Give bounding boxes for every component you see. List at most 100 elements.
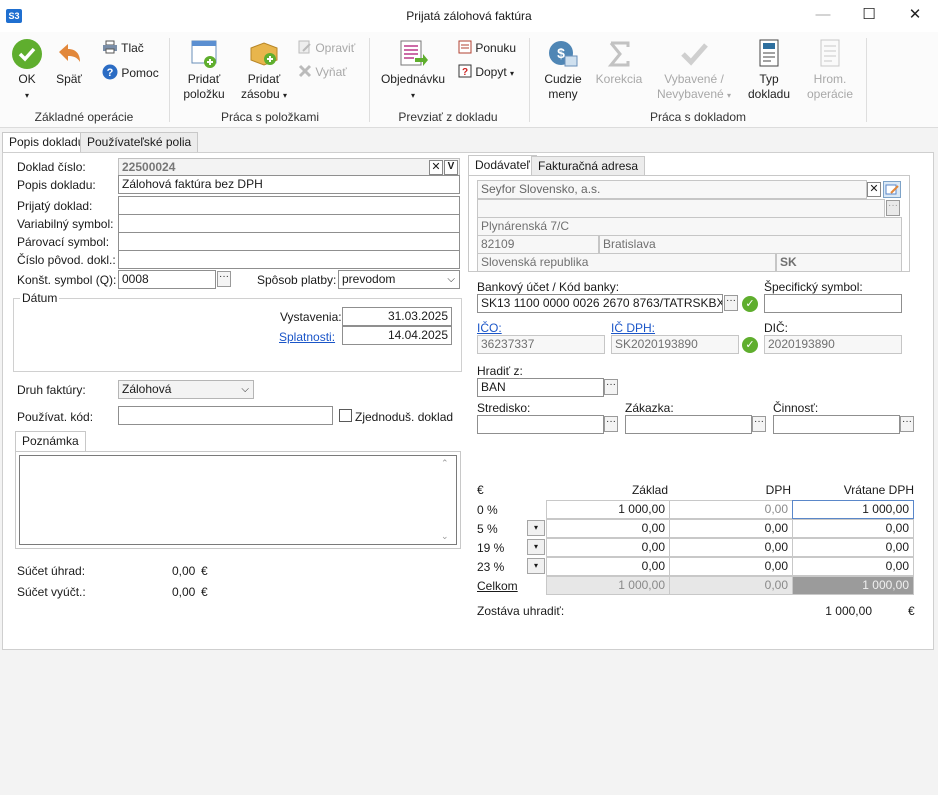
cost-center-field[interactable]	[477, 415, 604, 434]
supplier-name-field[interactable]: Seyfor Slovensko, a.s.	[477, 180, 867, 199]
due-date-field[interactable]: 14.04.2025	[342, 326, 452, 345]
specific-symbol-field[interactable]	[764, 294, 902, 313]
ok-label: OK	[18, 72, 36, 86]
vat-currency-label: €	[477, 483, 484, 497]
original-doc-label: Číslo pôvod. dokl.:	[17, 253, 116, 267]
tab-user-fields[interactable]: Používateľské polia	[80, 132, 199, 152]
vat-base-cell[interactable]: 0,00	[546, 519, 670, 538]
bank-account-label: Bankový účet / Kód banky:	[477, 280, 620, 294]
description-field[interactable]: Zálohová faktúra bez DPH	[118, 175, 460, 194]
tab-popis-dokladu[interactable]: Popis dokladu	[2, 132, 92, 153]
vat-total-cell[interactable]: 1 000,00	[792, 500, 914, 519]
vat-amount-cell[interactable]: 0,00	[669, 538, 793, 557]
bank-account-lookup-button[interactable]: ···	[724, 295, 738, 311]
offer-button[interactable]: Ponuku	[458, 40, 516, 56]
supplier-country-code-field[interactable]: SK	[776, 253, 902, 272]
dic-field[interactable]: 2020193890	[764, 335, 902, 354]
constant-symbol-field[interactable]: 0008	[118, 270, 216, 289]
offer-label: Ponuku	[475, 41, 517, 55]
note-textarea[interactable]	[19, 455, 457, 545]
vat-rate-dropdown-button[interactable]: ▾	[527, 520, 545, 536]
invoice-kind-select[interactable]: Zálohová ⌵	[118, 380, 254, 399]
add-stock-button[interactable]: Pridať zásobu ▾	[236, 38, 292, 103]
icdph-field[interactable]: SK2020193890	[611, 335, 739, 354]
activity-lookup-button[interactable]: ···	[900, 416, 914, 432]
pay-from-lookup-button[interactable]: ···	[604, 379, 618, 395]
vat-rate-dropdown-button[interactable]: ▾	[527, 558, 545, 574]
remove-button[interactable]: Vyňať	[298, 64, 347, 80]
supplier-city-field[interactable]: Bratislava	[599, 235, 902, 254]
group-separator	[866, 38, 867, 122]
variable-symbol-field[interactable]	[118, 214, 460, 233]
close-button[interactable]: ✕	[892, 0, 938, 32]
vat-amount-cell[interactable]: 0,00	[669, 557, 793, 576]
vat-total-cell[interactable]: 0,00	[792, 519, 914, 538]
supplier-zip-field[interactable]: 82109	[477, 235, 599, 254]
tab-note[interactable]: Poznámka	[15, 431, 86, 452]
help-button[interactable]: ? Pomoc	[102, 64, 159, 81]
scroll-up-icon[interactable]: ⌃	[441, 458, 449, 469]
vat-amount-cell[interactable]: 0,00	[669, 500, 793, 519]
remove-label: Vyňať	[315, 65, 347, 79]
supplier-name2-field[interactable]	[477, 199, 885, 218]
selected-button[interactable]: Vybavené / Nevybavené ▾	[652, 38, 736, 103]
order-import-icon	[400, 40, 428, 66]
received-doc-label: Prijatý doklad:	[17, 199, 93, 213]
vat-rate-label: 0 %	[477, 503, 498, 517]
add-item-button[interactable]: Pridať položku	[178, 38, 230, 102]
bulk-ops-button[interactable]: Hrom. operácie	[802, 38, 858, 102]
ico-field[interactable]: 36237337	[477, 335, 605, 354]
doctype-button[interactable]: Typ dokladu	[744, 38, 794, 102]
contract-lookup-button[interactable]: ···	[752, 416, 766, 432]
doctype-label-1: Typ	[759, 72, 779, 86]
vat-base-cell[interactable]: 1 000,00	[546, 500, 670, 519]
ico-link[interactable]: IČO:	[477, 321, 502, 335]
ok-button[interactable]: OK ▾	[8, 38, 46, 103]
inquiry-button[interactable]: ? Dopyt ▾	[458, 64, 514, 82]
vat-base-cell[interactable]: 0,00	[546, 538, 670, 557]
scroll-down-icon[interactable]: ⌄	[441, 531, 449, 542]
foreign-currency-button[interactable]: $ Cudzie meny	[538, 38, 588, 102]
print-button[interactable]: Tlač	[102, 40, 144, 56]
minimize-button[interactable]: —	[800, 0, 846, 32]
simplified-doc-checkbox[interactable]	[339, 409, 352, 422]
received-doc-field[interactable]	[118, 196, 460, 215]
supplier-country-field[interactable]: Slovenská republika	[477, 253, 776, 272]
due-date-link[interactable]: Splatnosti:	[279, 330, 335, 344]
number-dropdown-button[interactable]: V	[444, 160, 458, 175]
foreign-label-2: meny	[548, 87, 578, 101]
vat-amount-cell[interactable]: 0,00	[669, 519, 793, 538]
order-button[interactable]: Objednávku ▾	[378, 38, 448, 103]
contract-field[interactable]	[625, 415, 752, 434]
pairing-symbol-field[interactable]	[118, 232, 460, 251]
vat-col-total: Vrátane DPH	[843, 483, 914, 497]
bank-account-field[interactable]: SK13 1100 0000 0026 2670 8763/TATRSKBX	[477, 294, 723, 313]
payment-method-select[interactable]: prevodom ⌵	[338, 270, 460, 289]
vat-total-cell[interactable]: 0,00	[792, 557, 914, 576]
supplier-street-field[interactable]: Plynárenská 7/C	[477, 217, 902, 236]
edit-supplier-button[interactable]	[883, 181, 901, 198]
tab-supplier[interactable]: Dodávateľ	[468, 155, 537, 176]
icdph-link[interactable]: IČ DPH:	[611, 321, 655, 335]
cost-center-lookup-button[interactable]: ···	[604, 416, 618, 432]
supplier-lookup-button[interactable]: ···	[886, 200, 900, 216]
issue-date-field[interactable]: 31.03.2025	[342, 307, 452, 326]
pay-from-field[interactable]: BAN	[477, 378, 604, 397]
original-doc-field[interactable]	[118, 250, 460, 269]
tab-invoice-address[interactable]: Fakturačná adresa	[531, 156, 646, 175]
constant-symbol-label: Konšt. symbol (Q):	[17, 273, 117, 287]
user-code-field[interactable]	[118, 406, 333, 425]
bulk-ops-icon	[820, 39, 840, 67]
vat-base-cell[interactable]: 0,00	[546, 557, 670, 576]
vat-total-cell[interactable]: 0,00	[792, 538, 914, 557]
clear-number-button[interactable]: ✕	[429, 160, 443, 175]
back-button[interactable]: Späť	[50, 38, 88, 87]
activity-field[interactable]	[773, 415, 900, 434]
undo-arrow-icon	[59, 44, 80, 62]
vat-rate-dropdown-button[interactable]: ▾	[527, 539, 545, 555]
maximize-button[interactable]: ☐	[846, 0, 892, 32]
clear-supplier-button[interactable]: ✕	[867, 182, 881, 197]
edit-button[interactable]: Opraviť	[298, 40, 355, 56]
correction-button[interactable]: Korekcia	[594, 38, 644, 87]
constant-symbol-lookup-button[interactable]: ···	[217, 271, 231, 287]
